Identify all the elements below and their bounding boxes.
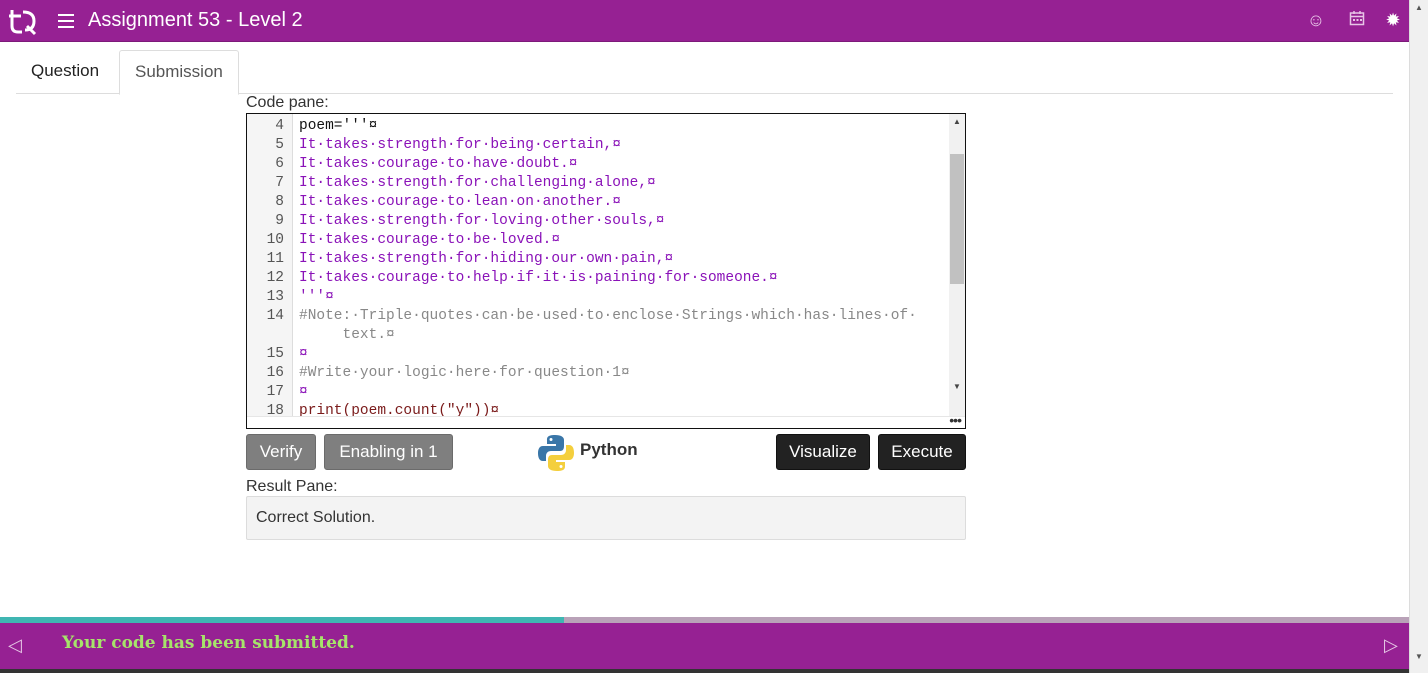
- tab-question[interactable]: Question: [16, 50, 114, 92]
- code-editor[interactable]: 4 poem='''¤ 5 It·takes·strength·for·being·c…: [246, 113, 966, 429]
- result-text: Correct Solution.: [256, 509, 376, 526]
- code-line[interactable]: text.¤: [247, 326, 949, 345]
- next-arrow-icon[interactable]: ▷: [1384, 635, 1398, 656]
- code-line-text: It·takes·courage·to·lean·on·another.¤: [299, 194, 621, 210]
- code-line-text: It·takes·strength·for·being·certain,¤: [299, 137, 621, 153]
- more-options-icon[interactable]: •••: [949, 412, 962, 428]
- language-label: Python: [580, 440, 638, 459]
- page-scrollbar[interactable]: ▲ ▼: [1409, 0, 1428, 673]
- code-line[interactable]: 6 It·takes·courage·to·have·doubt.¤: [247, 155, 949, 174]
- code-line[interactable]: 13 '''¤: [247, 288, 949, 307]
- line-number: 18: [266, 403, 284, 416]
- code-line-text: poem='''¤: [299, 118, 378, 134]
- code-line[interactable]: 10 It·takes·courage·to·be·loved.¤: [247, 231, 949, 250]
- code-line[interactable]: 14 #Note:·Triple·quotes·can·be·used·to·en…: [247, 307, 949, 326]
- python-logo-icon: [538, 435, 574, 471]
- code-line[interactable]: 5 It·takes·strength·for·being·certain,¤: [247, 136, 949, 155]
- verify-button[interactable]: Verify: [246, 434, 316, 470]
- code-line-text: print(poem.count("y"))¤: [299, 403, 500, 416]
- code-line[interactable]: 12 It·takes·courage·to·help·if·it·is·pain…: [247, 269, 949, 288]
- footer-bar: ◁ Your code has been submitted. ▷: [0, 623, 1409, 669]
- code-line-text: It·takes·courage·to·be·loved.¤: [299, 232, 561, 248]
- code-line-text: '''¤: [299, 289, 334, 305]
- settings-icon[interactable]: ✹: [1383, 10, 1403, 30]
- prev-arrow-icon[interactable]: ◁: [8, 635, 22, 656]
- code-line[interactable]: 17 ¤: [247, 383, 949, 402]
- scrollbar-thumb[interactable]: [950, 154, 964, 284]
- line-number: 12: [266, 270, 284, 286]
- code-line[interactable]: 16 #Write·your·logic·here·for·question·1¤: [247, 364, 949, 383]
- code-line-text: It·takes·strength·for·loving·other·souls…: [299, 213, 665, 229]
- calendar-icon[interactable]: [1347, 10, 1367, 30]
- result-pane: Correct Solution.: [246, 496, 966, 540]
- line-number: 8: [275, 194, 284, 210]
- scroll-down-icon[interactable]: ▼: [953, 382, 961, 391]
- editor-footer: •••: [247, 412, 965, 428]
- line-number: 15: [266, 346, 284, 362]
- bottom-strip: [0, 669, 1409, 673]
- top-bar: Assignment 53 - Level 2 ☺ ✹: [0, 0, 1409, 42]
- line-number: 7: [275, 175, 284, 191]
- code-text-area[interactable]: 4 poem='''¤ 5 It·takes·strength·for·being·c…: [247, 114, 949, 416]
- tab-submission[interactable]: Submission: [119, 50, 239, 95]
- code-line-text: ¤: [299, 346, 308, 362]
- line-number: 11: [266, 251, 284, 267]
- code-pane-label: Code pane:: [246, 94, 329, 111]
- visualize-button[interactable]: Visualize: [776, 434, 870, 470]
- line-number: 10: [266, 232, 284, 248]
- line-number: 6: [275, 156, 284, 172]
- code-line-text: #Note:·Triple·quotes·can·be·used·to·encl…: [299, 308, 917, 324]
- line-number: 5: [275, 137, 284, 153]
- code-line[interactable]: 11 It·takes·strength·for·hiding·our·own·p…: [247, 250, 949, 269]
- line-number: 14: [266, 308, 284, 324]
- language-indicator: Python: [537, 434, 638, 471]
- line-number: 4: [275, 118, 284, 134]
- menu-icon[interactable]: [58, 14, 74, 28]
- code-line[interactable]: 4 poem='''¤: [247, 117, 949, 136]
- logo-icon[interactable]: [8, 6, 38, 36]
- result-pane-label: Result Pane:: [246, 478, 338, 495]
- code-scrollbar[interactable]: ▲ ▼: [949, 114, 965, 416]
- line-number: 17: [266, 384, 284, 400]
- code-line[interactable]: 9 It·takes·strength·for·loving·other·soul…: [247, 212, 949, 231]
- code-line-text: It·takes·strength·for·challenging·alone,…: [299, 175, 656, 191]
- page-title: Assignment 53 - Level 2: [88, 9, 303, 31]
- code-line-text: ¤: [299, 384, 308, 400]
- smiley-icon[interactable]: ☺: [1306, 10, 1326, 30]
- code-line[interactable]: 8 It·takes·courage·to·lean·on·another.¤: [247, 193, 949, 212]
- scroll-up-icon[interactable]: ▲: [1415, 3, 1423, 12]
- tab-bar: Question Submission: [16, 50, 1393, 95]
- line-number: 16: [266, 365, 284, 381]
- code-line[interactable]: 18 print(poem.count("y"))¤: [247, 402, 949, 416]
- scroll-down-icon[interactable]: ▼: [1415, 652, 1423, 661]
- code-line[interactable]: 7 It·takes·strength·for·challenging·alone…: [247, 174, 949, 193]
- code-line-text: text.¤: [299, 327, 395, 343]
- execute-button[interactable]: Execute: [878, 434, 966, 470]
- footer-message: Your code has been submitted.: [62, 633, 355, 653]
- code-line-text: It·takes·courage·to·have·doubt.¤: [299, 156, 578, 172]
- code-line-text: It·takes·strength·for·hiding·our·own·pai…: [299, 251, 674, 267]
- code-line-text: It·takes·courage·to·help·if·it·is·painin…: [299, 270, 778, 286]
- scroll-up-icon[interactable]: ▲: [953, 117, 961, 126]
- code-line-text: #Write·your·logic·here·for·question·1¤: [299, 365, 630, 381]
- line-number: 9: [275, 213, 284, 229]
- line-number: 13: [266, 289, 284, 305]
- enabling-button[interactable]: Enabling in 1: [324, 434, 453, 470]
- code-line[interactable]: 15 ¤: [247, 345, 949, 364]
